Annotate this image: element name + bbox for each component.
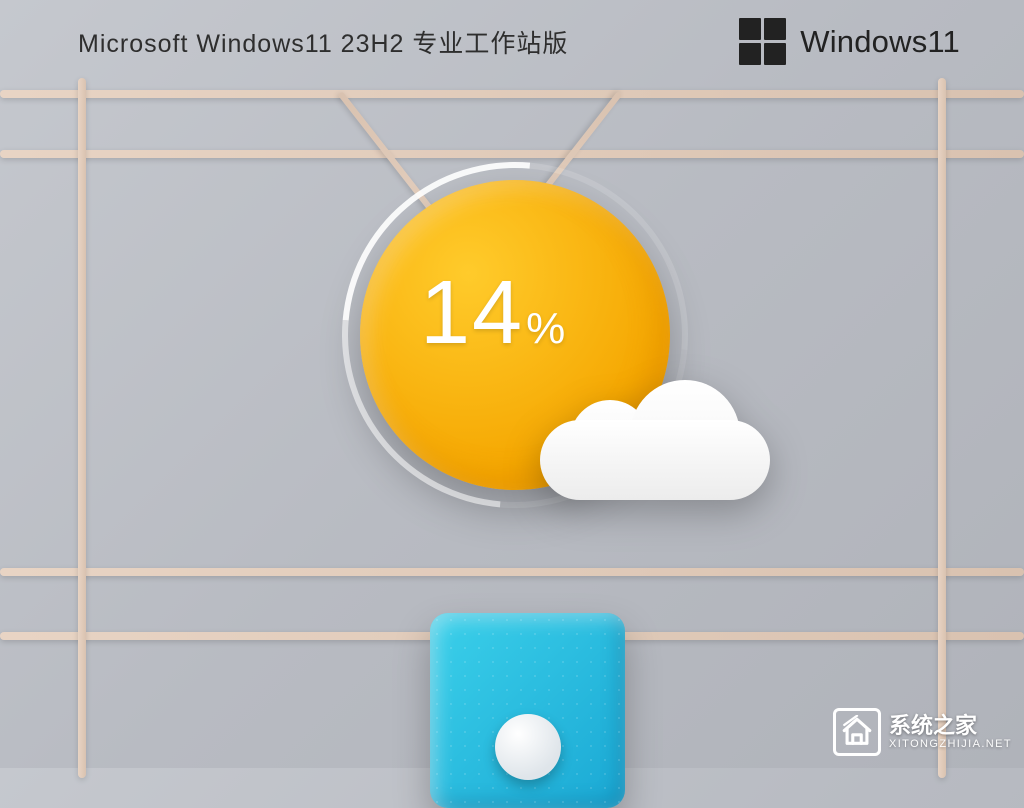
house-icon (833, 708, 881, 756)
frame-bar (0, 90, 1024, 98)
windows-logo-icon (739, 18, 786, 65)
progress-unit: % (526, 304, 567, 353)
progress-value: 14 (420, 263, 524, 363)
frame-bar (0, 150, 1024, 158)
frame-bar (78, 78, 86, 778)
page-title: Microsoft Windows11 23H2 专业工作站版 (78, 24, 568, 60)
glass-block (430, 613, 625, 808)
brand-text: Windows11 (800, 24, 960, 60)
watermark-url: XITONGZHIJIA.NET (889, 738, 1012, 750)
frame-bar (938, 78, 946, 778)
watermark: 系统之家 XITONGZHIJIA.NET (833, 708, 1012, 756)
frame-bar (0, 568, 1024, 576)
glass-sphere (495, 714, 561, 780)
progress-readout: 14% (420, 268, 567, 358)
brand-version: 11 (927, 24, 960, 59)
brand-name: Windows (800, 24, 927, 59)
watermark-title: 系统之家 (889, 714, 1012, 738)
cloud-icon (540, 370, 770, 500)
windows-brand: Windows11 (739, 18, 960, 65)
